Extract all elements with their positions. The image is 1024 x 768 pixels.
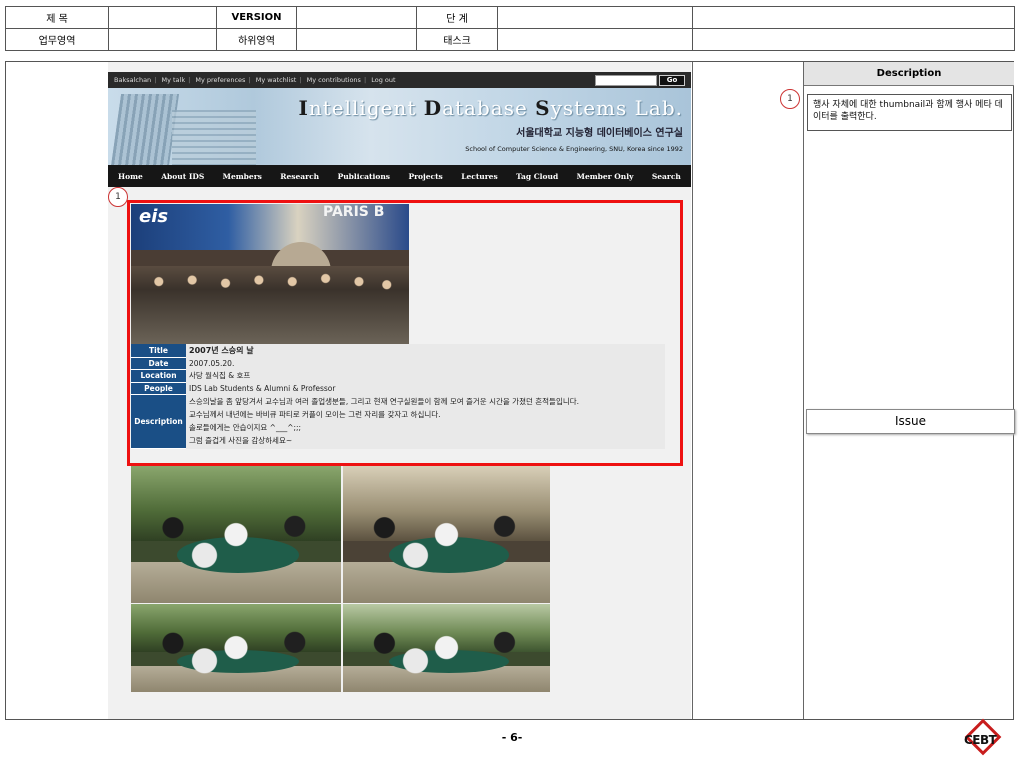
separator: | xyxy=(248,76,251,84)
meta-value-stage xyxy=(497,6,693,29)
photo-people xyxy=(131,507,341,576)
user-topbar: Baksalchan | My talk | My preferences | My … xyxy=(108,72,691,88)
frame-divider-right xyxy=(803,62,804,719)
event-photo[interactable] xyxy=(343,466,550,603)
separator: | xyxy=(299,76,302,84)
frame-divider-mid xyxy=(692,62,693,719)
meta-value-task xyxy=(497,28,693,51)
separator: | xyxy=(154,76,157,84)
nav-members[interactable]: Members xyxy=(223,172,262,181)
nav-lectures[interactable]: Lectures xyxy=(461,172,497,181)
lab-title-korean: 서울대학교 지능형 데이터베이스 연구실 xyxy=(516,128,683,139)
meta-value-business-area xyxy=(108,28,217,51)
meta-label-task: 태스크 xyxy=(416,28,498,51)
annotation-marker: 1 xyxy=(108,187,128,207)
event-photo[interactable] xyxy=(131,604,341,692)
site-banner: Intelligent Database Systems Lab. 서울대학교 … xyxy=(108,88,691,165)
nav-research[interactable]: Research xyxy=(280,172,319,181)
user-link-name[interactable]: Baksalchan xyxy=(114,76,151,84)
meta-value-sub-area xyxy=(296,28,417,51)
title-initial: D xyxy=(423,96,443,120)
lab-subtitle: School of Computer Science & Engineering… xyxy=(465,145,683,153)
nav-tag-cloud[interactable]: Tag Cloud xyxy=(516,172,558,181)
title-initial: I xyxy=(298,96,309,120)
separator: | xyxy=(363,76,367,84)
document-meta-table: 제 목 VERSION 단 계 업무영역 하위영역 태스크 xyxy=(5,6,1015,51)
building-image xyxy=(110,94,180,165)
nav-projects[interactable]: Projects xyxy=(408,172,442,181)
nav-search[interactable]: Search xyxy=(652,172,681,181)
title-word: ystems Lab. xyxy=(550,96,683,120)
meta-extra-2 xyxy=(692,28,1015,51)
user-link-watchlist[interactable]: My watchlist xyxy=(256,76,297,84)
issue-header: Issue xyxy=(806,409,1015,434)
nav-member-only[interactable]: Member Only xyxy=(577,172,634,181)
photo-people xyxy=(343,630,550,675)
event-photo[interactable] xyxy=(343,604,550,692)
nav-publications[interactable]: Publications xyxy=(338,172,390,181)
user-link-my-talk[interactable]: My talk xyxy=(161,76,185,84)
highlight-box xyxy=(127,200,683,466)
website-mockup: Baksalchan | My talk | My preferences | My … xyxy=(108,72,691,187)
meta-value-version xyxy=(296,6,417,29)
meta-label-stage: 단 계 xyxy=(416,6,498,29)
search-go-button[interactable]: Go xyxy=(659,74,685,86)
page-number: - 6- xyxy=(501,731,523,744)
event-photo[interactable] xyxy=(131,466,341,603)
logo-text: CEBT xyxy=(964,733,997,747)
main-nav: Home About IDS Members Research Publicat… xyxy=(108,165,691,187)
annotation-marker: 1 xyxy=(780,89,800,109)
user-link-logout[interactable]: Log out xyxy=(371,76,395,84)
lab-title: Intelligent Database Systems Lab. xyxy=(299,96,683,120)
nav-home[interactable]: Home xyxy=(118,172,143,181)
photo-people xyxy=(343,507,550,576)
title-word: atabase xyxy=(442,96,528,120)
meta-label-sub-area: 하위영역 xyxy=(216,28,297,51)
description-note: 행사 자체에 대한 thumbnail과 함께 행사 메타 데이터를 출력한다. xyxy=(807,94,1012,131)
description-header: Description xyxy=(804,62,1014,86)
user-link-contributions[interactable]: My contributions xyxy=(307,76,361,84)
meta-value-title xyxy=(108,6,217,29)
user-link-preferences[interactable]: My preferences xyxy=(195,76,245,84)
user-links: Baksalchan | My talk | My preferences | My … xyxy=(114,76,595,84)
title-initial: S xyxy=(535,96,551,120)
site-search-input[interactable] xyxy=(595,74,657,86)
nav-about[interactable]: About IDS xyxy=(161,172,204,181)
meta-label-business-area: 업무영역 xyxy=(5,28,109,51)
meta-label-title: 제 목 xyxy=(5,6,109,29)
meta-extra-1 xyxy=(692,6,1015,29)
title-word: ntelligent xyxy=(308,96,417,120)
cebt-logo: CEBT xyxy=(962,718,1008,764)
meta-label-version: VERSION xyxy=(216,6,297,29)
photo-people xyxy=(131,630,341,675)
building-image xyxy=(172,110,256,165)
separator: | xyxy=(188,76,191,84)
